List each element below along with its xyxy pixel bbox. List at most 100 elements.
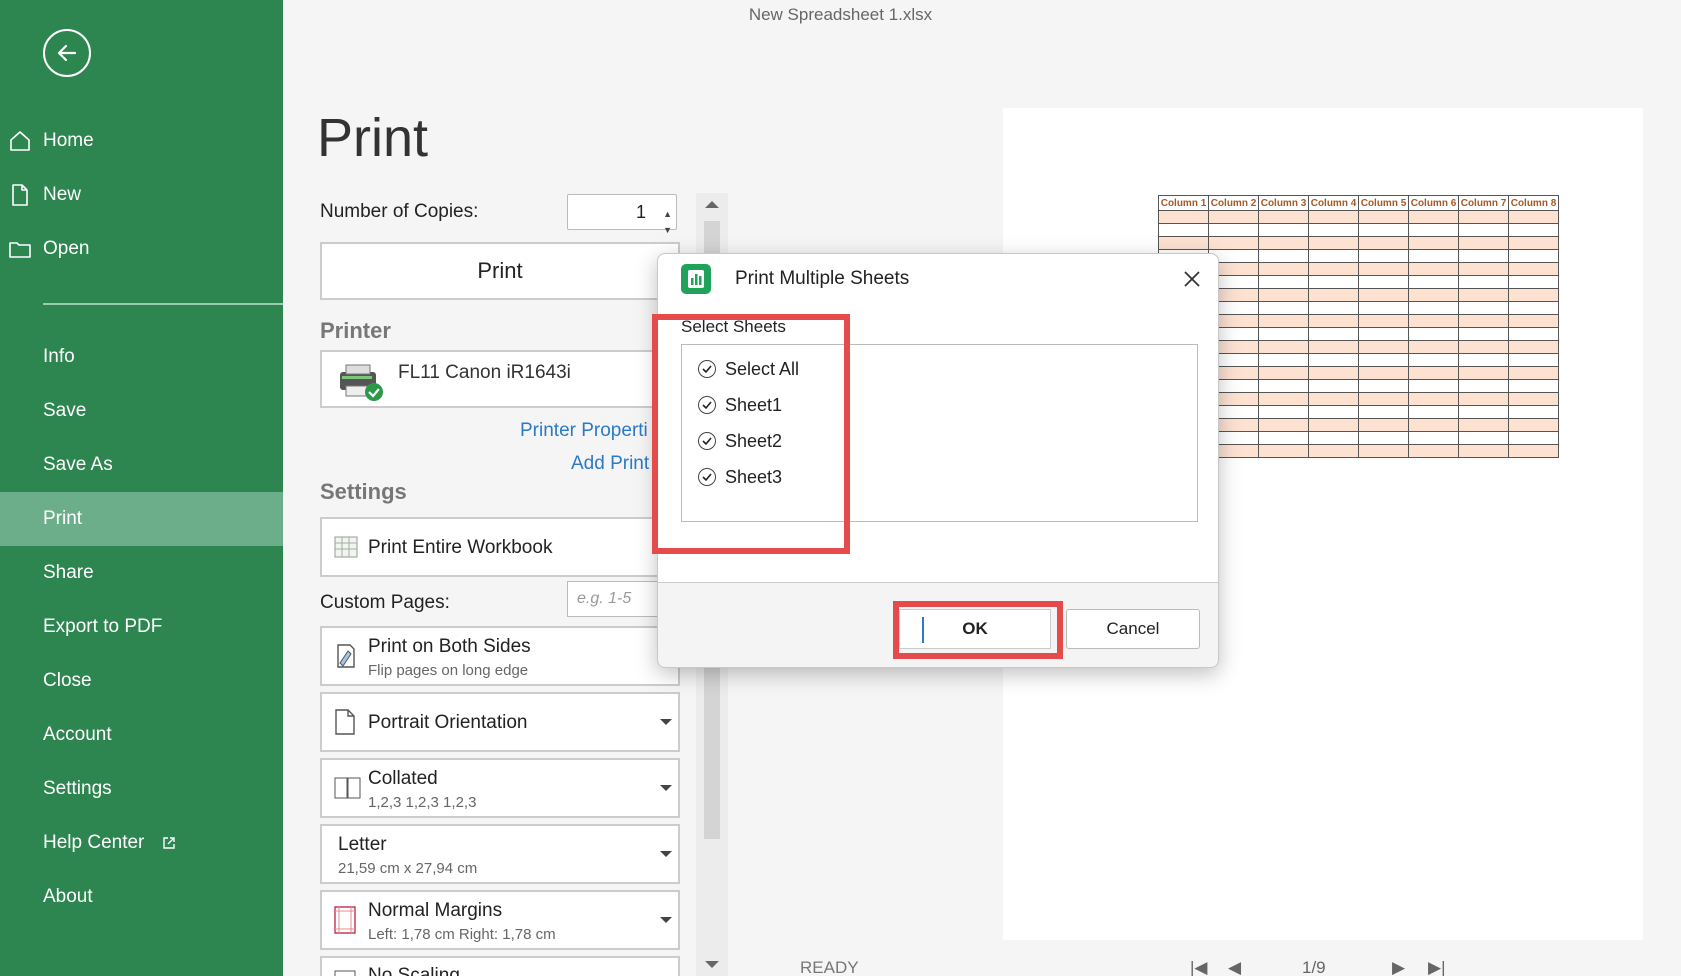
custom-pages-label: Custom Pages: (320, 592, 450, 613)
table-cell (1508, 392, 1559, 406)
table-cell (1308, 379, 1359, 393)
sides-select[interactable]: Print on Both Sides Flip pages on long e… (320, 626, 680, 686)
sidebar-item-close[interactable]: Close (0, 654, 283, 708)
first-page-icon[interactable]: |◀ (1190, 958, 1208, 976)
printer-properties-link[interactable]: Printer Properti (520, 420, 648, 442)
sidebar-item-info[interactable]: Info (0, 330, 283, 384)
table-cell (1408, 392, 1459, 406)
table-cell (1258, 314, 1309, 328)
collated-pages-icon (334, 777, 361, 799)
chevron-down-icon (660, 719, 672, 725)
last-page-icon[interactable]: ▶| (1428, 958, 1446, 976)
table-cell (1458, 210, 1509, 224)
sidebar-item-label: Home (43, 130, 94, 151)
sidebar-item-help-center[interactable]: Help Center (0, 816, 283, 870)
table-cell (1458, 379, 1509, 393)
home-icon (10, 131, 30, 151)
table-cell (1358, 236, 1409, 250)
cancel-button[interactable]: Cancel (1066, 609, 1200, 649)
back-button[interactable] (43, 29, 91, 77)
column-header: Column 1 (1158, 195, 1209, 211)
table-cell (1508, 418, 1559, 432)
scroll-up-icon[interactable] (705, 201, 719, 208)
column-header: Column 4 (1308, 195, 1359, 211)
table-cell (1408, 353, 1459, 367)
sidebar-item-label: Info (43, 346, 75, 367)
sidebar-item-label: Settings (43, 778, 112, 799)
sidebar-item-share[interactable]: Share (0, 546, 283, 600)
table-cell (1358, 262, 1409, 276)
table-cell (1358, 431, 1409, 445)
sides-main-label: Print on Both Sides (368, 636, 531, 657)
folder-icon (9, 242, 31, 258)
table-cell (1258, 275, 1309, 289)
scaling-select[interactable]: No Scaling (320, 956, 680, 976)
sidebar-item-account[interactable]: Account (0, 708, 283, 762)
scaling-icon (334, 970, 356, 976)
table-cell (1408, 236, 1459, 250)
copies-value: 1 (635, 202, 646, 222)
sidebar-item-new[interactable]: New (0, 168, 283, 222)
sidebar-item-home[interactable]: Home (0, 114, 283, 168)
close-icon[interactable] (1180, 267, 1204, 291)
table-cell (1358, 444, 1409, 458)
spreadsheet-app-icon (681, 264, 711, 294)
ok-button[interactable]: OK (899, 609, 1051, 649)
table-cell (1258, 392, 1309, 406)
sidebar-item-open[interactable]: Open (0, 222, 283, 276)
column-header: Column 8 (1508, 195, 1559, 211)
table-cell (1258, 223, 1309, 237)
table-cell (1408, 275, 1459, 289)
sidebar-item-save[interactable]: Save (0, 384, 283, 438)
sidebar-item-label: Close (43, 670, 92, 691)
prev-page-icon[interactable]: ◀ (1228, 958, 1241, 976)
table-cell (1358, 249, 1409, 263)
sidebar-item-label: Save (43, 400, 87, 421)
table-cell (1258, 327, 1309, 341)
table-cell (1258, 444, 1309, 458)
sides-sub-label: Flip pages on long edge (368, 662, 529, 679)
column-header: Column 7 (1458, 195, 1509, 211)
scroll-down-icon[interactable] (705, 961, 719, 968)
table-cell (1458, 366, 1509, 380)
table-cell (1308, 301, 1359, 315)
margins-select[interactable]: Normal Margins Left: 1,78 cm Right: 1,78… (320, 890, 680, 950)
table-cell (1458, 353, 1509, 367)
printer-name: FL11 Canon iR1643i (398, 362, 571, 383)
table-cell (1258, 379, 1309, 393)
table-cell (1308, 236, 1359, 250)
margins-main-label: Normal Margins (368, 900, 503, 921)
table-cell (1508, 314, 1559, 328)
table-cell (1408, 431, 1459, 445)
sidebar-item-print[interactable]: Print (0, 492, 283, 546)
sidebar-item-save-as[interactable]: Save As (0, 438, 283, 492)
print-button[interactable]: Print (320, 242, 680, 300)
table-cell (1258, 236, 1309, 250)
sidebar-item-about[interactable]: About (0, 870, 283, 924)
sidebar-item-export-pdf[interactable]: Export to PDF (0, 600, 283, 654)
table-cell (1258, 262, 1309, 276)
table-cell (1508, 431, 1559, 445)
print-scope-select[interactable]: Print Entire Workbook (320, 517, 680, 577)
table-row (1158, 210, 1559, 224)
table-cell (1158, 223, 1209, 237)
table-cell (1408, 314, 1459, 328)
next-page-icon[interactable]: ▶ (1392, 958, 1405, 976)
collation-select[interactable]: Collated 1,2,3 1,2,3 1,2,3 (320, 758, 680, 818)
copies-stepper[interactable]: 1 ▲ ▼ (567, 194, 677, 235)
orientation-select[interactable]: Portrait Orientation (320, 692, 680, 752)
add-printer-link[interactable]: Add Print (571, 453, 649, 475)
table-cell (1308, 431, 1359, 445)
printer-select[interactable]: FL11 Canon iR1643i (320, 350, 680, 408)
margins-icon (334, 906, 356, 934)
collation-main-label: Collated (368, 768, 438, 789)
paper-size-select[interactable]: Letter 21,59 cm x 27,94 cm (320, 824, 680, 884)
table-cell (1508, 405, 1559, 419)
paper-main-label: Letter (338, 834, 387, 855)
table-cell (1308, 327, 1359, 341)
sidebar-item-settings[interactable]: Settings (0, 762, 283, 816)
table-cell (1358, 210, 1409, 224)
printer-icon (340, 364, 383, 401)
table-cell (1258, 405, 1309, 419)
column-header: Column 3 (1258, 195, 1309, 211)
